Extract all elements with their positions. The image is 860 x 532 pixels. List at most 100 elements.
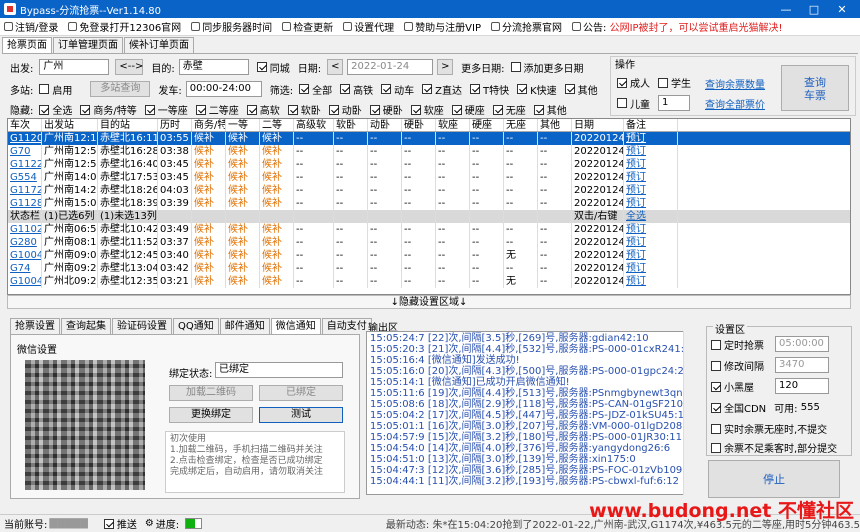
table-cell[interactable]: G1128 xyxy=(8,197,42,210)
tab-query-start[interactable]: 查询起集 xyxy=(61,318,111,334)
table-cell[interactable]: 状态栏 xyxy=(8,210,42,223)
blackroom-checkbox[interactable]: 小黑屋 xyxy=(711,379,754,394)
hide-yingwo[interactable]: 硬卧 xyxy=(369,102,403,117)
table-cell[interactable]: G1004 xyxy=(8,275,42,288)
test-button[interactable]: 测试 xyxy=(259,407,343,423)
hide-select-all[interactable]: 全选 xyxy=(39,102,72,117)
child-count-input[interactable]: 1 xyxy=(658,95,690,111)
table-row[interactable]: G1102 广州南06:53 赤壁北10:42 03:49 候补 候补 候补 -- -- -- --… xyxy=(8,223,850,236)
table-cell[interactable]: 预订 xyxy=(624,236,678,249)
add-more-dates-checkbox[interactable]: 添加更多日期 xyxy=(510,60,584,75)
tab-wechat[interactable]: 微信通知 xyxy=(270,318,321,334)
filter-gaotie[interactable]: 高铁 xyxy=(340,82,373,97)
table-row[interactable]: G70 广州南12:50 赤壁北16:28 03:38 候补 候补 候补 -- -- -- -- --… xyxy=(8,145,850,158)
filter-all[interactable]: 全部 xyxy=(299,82,332,97)
table-row[interactable]: G1122 广州南12:55 赤壁北16:40 03:45 候补 候补 候补 -- -- -- --… xyxy=(8,158,850,171)
timed-input[interactable]: 05:00:00 xyxy=(775,336,829,352)
table-row[interactable]: G554 广州南14:08 赤壁北17:53 03:45 候补 候补 候补 -- -- -- -- -… xyxy=(8,171,850,184)
table-cell[interactable]: 预订 xyxy=(624,132,678,145)
change-bind-button[interactable]: 更换绑定 xyxy=(169,407,253,423)
col-header[interactable]: 硬卧 xyxy=(402,119,436,131)
table-cell[interactable]: 预订 xyxy=(624,145,678,158)
hide-ruanwo[interactable]: 软卧 xyxy=(287,102,321,117)
tab-autopay[interactable]: 自动支付 xyxy=(321,318,372,334)
hide-gaoruan[interactable]: 高软 xyxy=(246,102,280,117)
col-header[interactable]: 出发站 xyxy=(42,119,98,131)
col-header[interactable]: 二等 xyxy=(260,119,294,131)
minimize-button[interactable]: — xyxy=(772,3,800,16)
hide-ruanzuo[interactable]: 软座 xyxy=(410,102,444,117)
hide-first[interactable]: 一等座 xyxy=(144,102,188,117)
col-header[interactable]: 车次 xyxy=(8,119,42,131)
col-header[interactable]: 日期 xyxy=(572,119,624,131)
student-checkbox[interactable]: 学生 xyxy=(658,75,691,90)
menu-sponsor[interactable]: 赞助与注册VIP xyxy=(404,19,481,34)
tab-email[interactable]: 邮件通知 xyxy=(219,318,270,334)
menu-check-update[interactable]: 检查更新 xyxy=(282,19,333,34)
table-cell[interactable]: 预订 xyxy=(624,249,678,262)
adult-checkbox[interactable]: 成人 xyxy=(617,75,650,90)
table-cell[interactable]: G280 xyxy=(8,236,42,249)
tab-waitlist[interactable]: 候补订单页面 xyxy=(124,37,194,53)
tab-qq[interactable]: QQ通知 xyxy=(173,318,219,334)
date-input[interactable]: 2022-01-24 xyxy=(347,59,434,75)
col-header[interactable]: 备注 xyxy=(624,119,678,131)
realtime-checkbox[interactable]: 实时余票无座时,不提交 xyxy=(711,421,827,436)
table-cell[interactable]: G1102 xyxy=(8,223,42,236)
col-header[interactable]: 软座 xyxy=(436,119,470,131)
table-cell[interactable]: 预订 xyxy=(624,184,678,197)
col-header[interactable]: 动卧 xyxy=(368,119,402,131)
hide-dongwo[interactable]: 动卧 xyxy=(328,102,362,117)
filter-other[interactable]: 其他 xyxy=(564,82,598,97)
table-row[interactable]: G1004 广州南09:05 赤壁北12:45 03:40 候补 候补 候补 -- -- -- --… xyxy=(8,249,850,262)
prev-date-button[interactable]: < xyxy=(327,59,344,75)
interval-input[interactable]: 3470 xyxy=(775,357,829,373)
hide-yingzuo[interactable]: 硬座 xyxy=(451,102,485,117)
col-header[interactable]: 无座 xyxy=(504,119,538,131)
swap-button[interactable]: <--> xyxy=(115,59,144,75)
hide-settings-toggle[interactable]: ↓隐藏设置区域↓ xyxy=(7,295,851,309)
col-header[interactable]: 目的站 xyxy=(98,119,158,131)
table-row[interactable]: 状态栏 (1)已选6列 (1)未选13列 双击/右键 全选 xyxy=(8,210,850,223)
menu-official-site[interactable]: 分流抢票官网 xyxy=(491,19,562,34)
tab-grab[interactable]: 抢票页面 xyxy=(2,37,52,53)
tab-grab-settings[interactable]: 抢票设置 xyxy=(10,318,60,334)
col-header[interactable]: 商务/特 xyxy=(192,119,226,131)
table-cell[interactable]: 全选 xyxy=(624,210,678,223)
blackroom-input[interactable]: 120 xyxy=(775,378,829,394)
depart-time-select[interactable]: 00:00-24:00 xyxy=(185,81,262,97)
next-date-button[interactable]: > xyxy=(437,59,454,75)
query-remaining-link[interactable]: 查询余票数量 xyxy=(705,76,765,91)
table-cell[interactable]: 预订 xyxy=(624,275,678,288)
table-row[interactable]: G1128 广州南15:00 赤壁北18:39 03:39 候补 候补 候补 -- -- -- --… xyxy=(8,197,850,210)
child-checkbox[interactable]: 儿童 xyxy=(617,96,650,111)
filter-k[interactable]: K快速 xyxy=(517,82,557,97)
stop-button[interactable]: 停止 xyxy=(708,460,840,498)
table-cell[interactable]: 预订 xyxy=(624,223,678,236)
close-button[interactable]: ✕ xyxy=(828,3,856,16)
table-cell[interactable]: G1122 xyxy=(8,158,42,171)
table-cell[interactable]: G74 xyxy=(8,262,42,275)
filter-t[interactable]: T特快 xyxy=(469,82,509,97)
table-cell[interactable]: 预订 xyxy=(624,197,678,210)
check-bind-button[interactable]: 已绑定 xyxy=(259,385,343,401)
hide-other[interactable]: 其他 xyxy=(533,102,567,117)
tab-captcha[interactable]: 验证码设置 xyxy=(112,318,172,334)
push-checkbox[interactable]: 推送 xyxy=(103,516,137,531)
table-cell[interactable]: G1004 xyxy=(8,249,42,262)
maximize-button[interactable]: □ xyxy=(800,3,828,16)
partial-checkbox[interactable]: 余票不足乘客时,部分提交 xyxy=(711,440,837,455)
col-header[interactable]: 软卧 xyxy=(334,119,368,131)
output-scrollbar[interactable] xyxy=(683,331,696,495)
filter-dongche[interactable]: 动车 xyxy=(381,82,414,97)
col-header[interactable]: 其他 xyxy=(538,119,572,131)
menu-sync-time[interactable]: 同步服务器时间 xyxy=(191,19,272,34)
col-header[interactable]: 历时 xyxy=(158,119,192,131)
query-all-price-link[interactable]: 查询全部票价 xyxy=(705,96,765,111)
from-input[interactable]: 广州 xyxy=(39,59,110,75)
table-cell[interactable]: G554 xyxy=(8,171,42,184)
col-header[interactable]: 高级软 xyxy=(294,119,334,131)
modify-interval-checkbox[interactable]: 修改间隔 xyxy=(711,358,764,373)
same-city-checkbox[interactable]: 同城 xyxy=(256,60,290,75)
timed-checkbox[interactable]: 定时抢票 xyxy=(711,337,764,352)
